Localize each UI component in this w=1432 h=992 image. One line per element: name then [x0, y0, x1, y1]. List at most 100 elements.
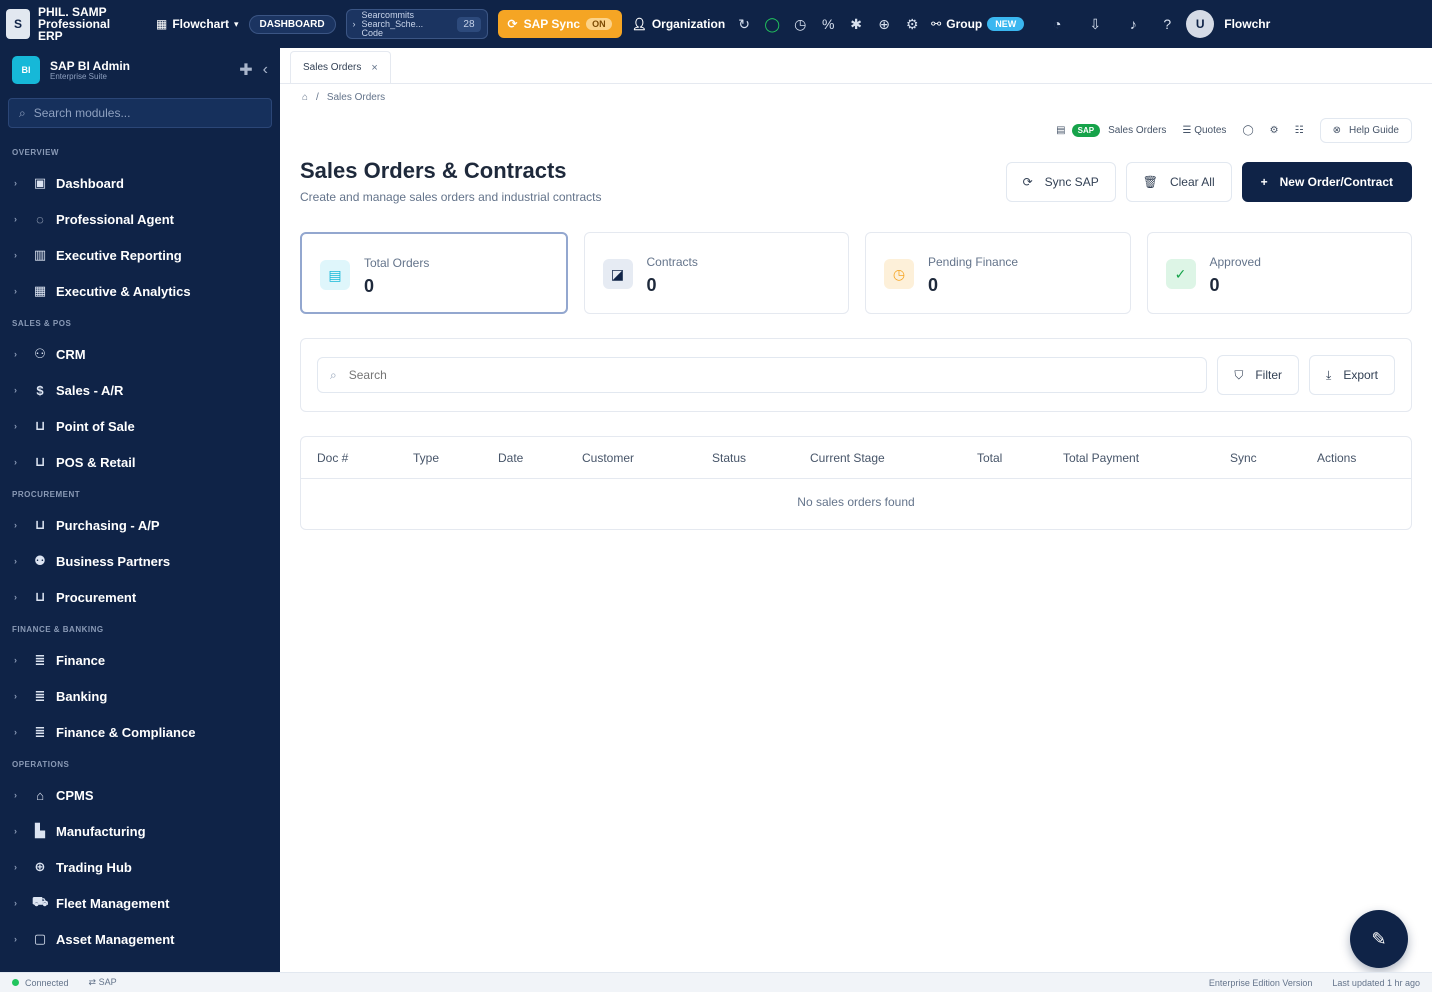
refresh-icon[interactable]: ↻ — [735, 15, 753, 33]
sidebar-item-exec-analytics[interactable]: › ▦ Executive & Analytics — [0, 273, 280, 309]
column-customer[interactable]: Customer — [582, 451, 634, 465]
export-button[interactable]: ⤓ Export — [1309, 355, 1395, 395]
clock-icon[interactable]: ◷ — [791, 15, 809, 33]
column-total-payment[interactable]: Total Payment — [1063, 451, 1139, 465]
columns-icon[interactable]: ☷ — [1295, 125, 1304, 136]
group-menu[interactable]: ⚯ Group NEW — [931, 17, 1025, 31]
contract-icon: ◪ — [602, 259, 633, 289]
chevron-right-icon: › — [14, 898, 17, 908]
truck-icon: ⛟ — [32, 894, 49, 909]
column-current-stage[interactable]: Current Stage — [810, 451, 885, 465]
sap-sync-badge: ON — [586, 18, 612, 30]
sidebar-item-agent[interactable]: › ◌ Professional Agent — [0, 201, 280, 237]
sidebar-item-purchasing[interactable]: › ⊔ Purchasing - A/P — [0, 507, 280, 543]
column-sync[interactable]: Sync — [1230, 451, 1257, 465]
sidebar-item-manufacturing[interactable]: › ▙ Manufacturing — [0, 813, 280, 849]
search-icon: ⌕ — [330, 367, 337, 382]
sidebar-item-fin-compliance[interactable]: › ≣ Finance & Compliance — [0, 714, 280, 750]
sidebar-item-label: Manufacturing — [56, 823, 146, 839]
stat-card-pending-finance[interactable]: ◷ Pending Finance 0 — [865, 232, 1131, 314]
sap-sync-button[interactable]: ⟳ SAP Sync ON — [497, 10, 622, 38]
filter-button[interactable]: ⛉ Filter — [1217, 355, 1299, 395]
collapse-icon[interactable]: ‹ — [263, 61, 268, 79]
sidebar-item-pos-retail[interactable]: › ⊔ POS & Retail — [0, 444, 280, 480]
column-status[interactable]: Status — [712, 451, 746, 465]
sidebar-item-sales-ar[interactable]: › $ Sales - A/R — [0, 372, 280, 408]
sidebar-item-fleet[interactable]: › ⛟ Fleet Management — [0, 885, 280, 921]
history-icon[interactable]: ◔ — [1048, 15, 1066, 33]
sidebar-item-banking[interactable]: › ≣ Banking — [0, 678, 280, 714]
organization-menu[interactable]: 👤︎ Organization — [632, 17, 726, 31]
column-date[interactable]: Date — [498, 451, 523, 465]
main-content: Sales Orders × ⌂ / Sales Orders ▤ SAP Sa… — [280, 48, 1432, 972]
stat-card-contracts[interactable]: ◪ Contracts 0 — [583, 232, 849, 314]
help-icon[interactable]: ? — [1158, 15, 1176, 33]
column-doc-number[interactable]: Doc # — [317, 451, 348, 465]
code-search-text: Searcommits Search_Sche... Code — [362, 10, 452, 38]
ledger-icon: ≣ — [34, 724, 46, 739]
settings-icon[interactable]: ⚙ — [903, 15, 921, 33]
sidebar-item-finance[interactable]: › ≣ Finance — [0, 642, 280, 678]
sync-icon: ⟳ — [507, 17, 518, 31]
organization-label: Organization — [651, 17, 726, 31]
sidebar-item-asset[interactable]: › ▢ Asset Management — [0, 921, 280, 957]
column-actions[interactable]: Actions — [1317, 451, 1356, 465]
sidebar-logo: BI — [12, 56, 40, 84]
help-guide-button[interactable]: ⊗ Help Guide — [1319, 118, 1412, 143]
chat-icon[interactable]: ◯ — [1242, 125, 1253, 136]
quotes-link[interactable]: ☰ Quotes — [1182, 125, 1226, 136]
bell-icon[interactable]: ♪ — [1124, 15, 1142, 33]
filter-label: Filter — [1255, 368, 1282, 382]
globe-icon: ⊕ — [34, 859, 46, 874]
home-icon[interactable]: ⌂ — [302, 92, 308, 103]
status-circle-icon[interactable]: ◯ — [763, 15, 781, 33]
column-total[interactable]: Total — [977, 451, 1002, 465]
chevron-right-icon: › — [14, 826, 17, 836]
close-icon[interactable]: × — [371, 62, 377, 74]
user-name[interactable]: Flowchr — [1224, 17, 1270, 31]
stat-value: 0 — [646, 275, 657, 295]
brand[interactable]: S PHIL. SAMP Professional ERP — [6, 6, 146, 42]
sidebar-item-procurement[interactable]: › ⊔ Procurement — [0, 579, 280, 615]
avatar[interactable]: U — [1186, 10, 1215, 38]
pin-icon[interactable]: ✚ — [239, 60, 252, 80]
sidebar-item-cpms[interactable]: › ⌂ CPMS — [0, 777, 280, 813]
dashboard-pill[interactable]: DASHBOARD — [248, 14, 336, 34]
star-icon[interactable]: ✱ — [847, 15, 865, 33]
sidebar-item-dashboard[interactable]: › ▣ Dashboard — [0, 165, 280, 201]
clock-icon: ◷ — [884, 259, 914, 289]
sidebar-item-partners[interactable]: › ⚉ Business Partners — [0, 543, 280, 579]
calendar-icon[interactable]: ▤ — [1056, 125, 1065, 136]
search-field[interactable]: ⌕ — [317, 357, 1208, 393]
utility-row: ▤ SAP Sales Orders ☰ Quotes ◯ ⚙ ☷ ⊗ Help… — [1056, 118, 1412, 143]
sidebar-item-trading[interactable]: › ⊕ Trading Hub — [0, 849, 280, 885]
sidebar-item-exec-reporting[interactable]: › ▥ Executive Reporting — [0, 237, 280, 273]
chat-assistant-button[interactable]: ✎ — [1350, 910, 1408, 968]
percent-icon[interactable]: % — [819, 15, 837, 33]
stat-card-approved[interactable]: ✓ Approved 0 — [1146, 232, 1412, 314]
sidebar-item-crm[interactable]: › ⚇ CRM — [0, 336, 280, 372]
sync-sap-button[interactable]: ⟳ Sync SAP — [1005, 162, 1116, 202]
tab-sales-orders[interactable]: Sales Orders × — [290, 51, 391, 83]
settings-icon[interactable]: ⚙ — [1270, 125, 1279, 136]
code-search-box[interactable]: › Searcommits Search_Sche... Code 28 — [345, 9, 488, 39]
sidebar-item-label: CRM — [56, 346, 86, 362]
home-menu[interactable]: ▦ Flowchart ▾ — [156, 17, 239, 31]
sidebar-item-pos[interactable]: › ⊔ Point of Sale — [0, 408, 280, 444]
sidebar-title: SAP BI Admin — [50, 58, 131, 73]
new-order-button[interactable]: + New Order/Contract — [1241, 162, 1412, 202]
stats-row: ▤ Total Orders 0 ◪ Contracts 0 ◷ Pending… — [300, 232, 1412, 314]
sidebar-item-label: Trading Hub — [56, 859, 132, 875]
module-search-input[interactable]: ⌕ Search modules... — [8, 98, 272, 128]
stat-card-total-orders[interactable]: ▤ Total Orders 0 — [300, 232, 568, 314]
globe-icon[interactable]: ⊕ — [875, 15, 893, 33]
search-input[interactable] — [348, 368, 1195, 382]
download-icon[interactable]: ⇩ — [1086, 15, 1104, 33]
section-sales: SALES & POS — [12, 319, 72, 328]
sales-orders-link[interactable]: Sales Orders — [1108, 125, 1166, 136]
column-type[interactable]: Type — [413, 451, 439, 465]
search-icon: ⌕ — [19, 105, 26, 120]
chevron-right-icon: › — [14, 385, 17, 395]
export-label: Export — [1343, 368, 1378, 382]
clear-all-button[interactable]: 🗑︎ Clear All — [1125, 162, 1232, 202]
